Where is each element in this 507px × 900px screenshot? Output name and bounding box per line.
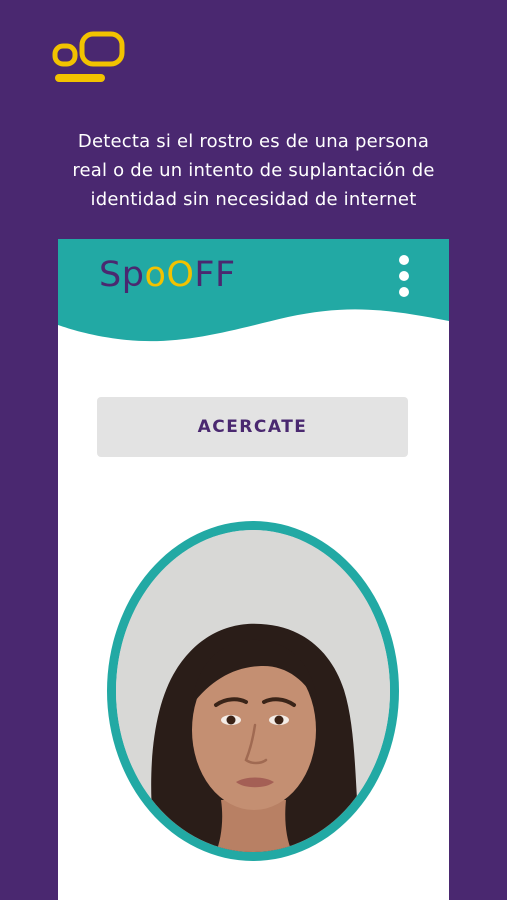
more-vertical-icon[interactable] [395, 255, 413, 297]
face-oval-frame [107, 521, 399, 861]
menu-dot [399, 287, 409, 297]
tagline-line-3: identidad sin necesidad de internet [90, 189, 417, 210]
menu-dot [399, 271, 409, 281]
tagline-line-1: Detecta si el rostro es de una persona [77, 131, 430, 152]
face-photo [116, 530, 390, 852]
app-logo-part-3: FF [194, 255, 236, 295]
acercate-button[interactable]: ACERCATE [97, 397, 408, 457]
brand-logo-icon [52, 30, 128, 86]
app-logo-part-1: Sp [99, 255, 145, 295]
app-screen: SpoOFF ACERCATE [58, 239, 449, 900]
app-logo-part-2: oO [144, 255, 195, 295]
app-logo: SpoOFF [99, 253, 236, 297]
tagline-line-2: real o de un intento de suplantación de [72, 160, 435, 181]
menu-dot [399, 255, 409, 265]
tagline: Detecta si el rostro es de una persona r… [20, 127, 487, 214]
